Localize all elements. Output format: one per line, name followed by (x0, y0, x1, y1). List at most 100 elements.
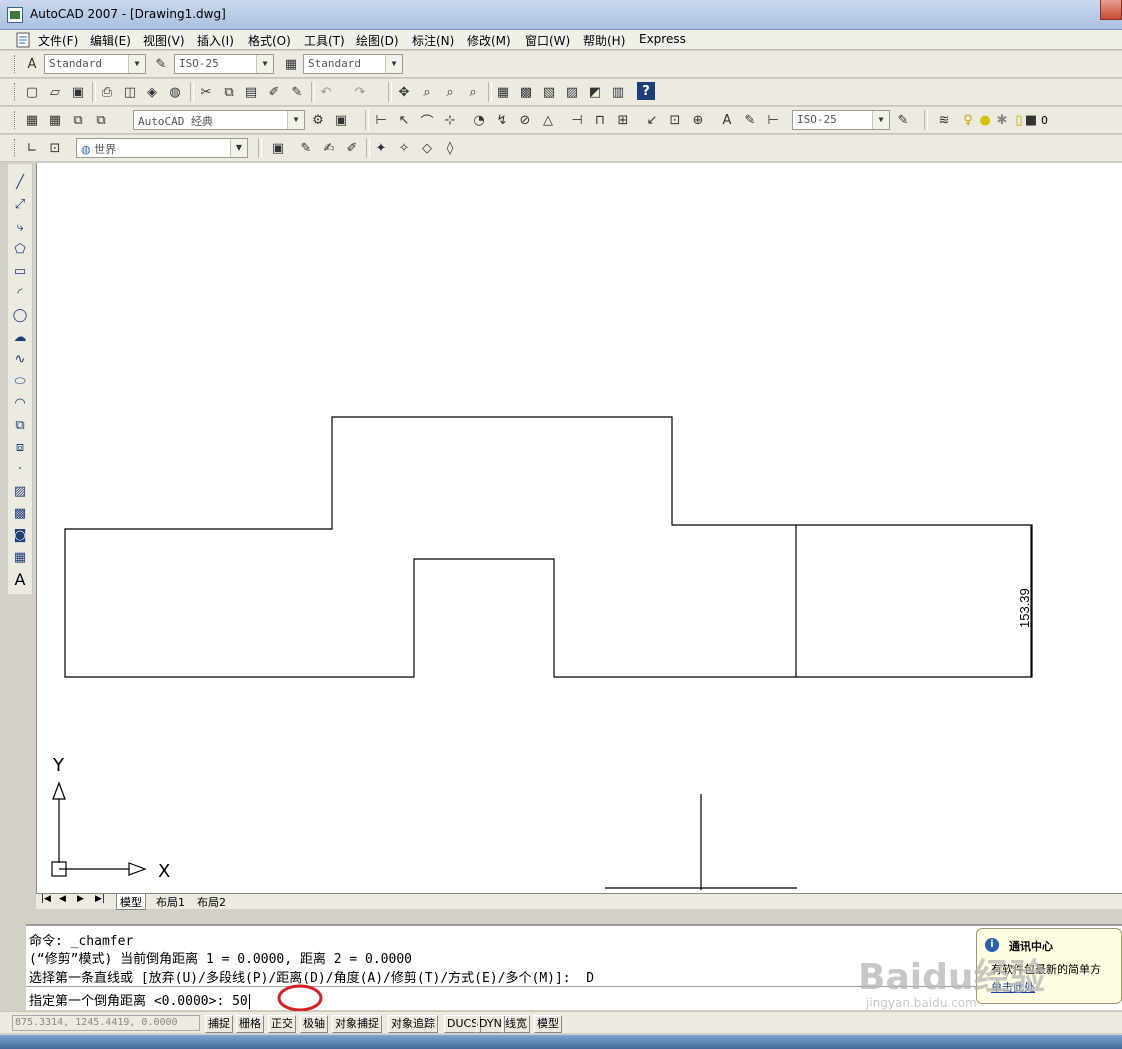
quick-dimension-icon[interactable]: ⊣ (567, 110, 587, 130)
block-editor-icon[interactable]: ✎ (287, 82, 307, 102)
arc-length-icon[interactable]: ⌒ (417, 110, 437, 130)
chevron-down-icon[interactable]: ▼ (256, 55, 273, 73)
menu-dimension[interactable]: 标注(N) (412, 32, 454, 49)
hatch-icon[interactable]: ▨ (10, 481, 30, 501)
layer-manager-icon[interactable]: ≋ (934, 110, 954, 130)
menu-file[interactable]: 文件(F) (38, 32, 78, 49)
web-publish-icon[interactable]: ◍ (165, 82, 185, 102)
line-icon[interactable]: ╱ (10, 172, 30, 192)
tool-palettes-icon[interactable]: ▧ (539, 82, 559, 102)
prev-tab-arrow-icon[interactable]: ◀ (56, 894, 69, 909)
make-block-icon[interactable]: ⧈ (10, 437, 30, 457)
markup-icon[interactable]: ◩ (585, 82, 605, 102)
multiline-text-icon[interactable]: A (10, 569, 30, 589)
dimension-style-manager-icon[interactable]: ✎ (893, 110, 913, 130)
revision-cloud-icon[interactable]: ☁ (10, 327, 30, 347)
menu-tools[interactable]: 工具(T) (304, 32, 345, 49)
edit-icon[interactable]: ✎ (296, 138, 316, 158)
table-icon[interactable]: ▦ (10, 547, 30, 567)
zoom-realtime-icon[interactable]: ⌕ (417, 82, 437, 102)
undo-icon[interactable]: ↶ (316, 82, 336, 102)
sheet-set-icon[interactable]: ▨ (562, 82, 582, 102)
menu-help[interactable]: 帮助(H) (583, 32, 625, 49)
command-input-value[interactable]: 50 (232, 994, 248, 1009)
workspace-lock-icon[interactable]: ▣ (331, 110, 351, 130)
ordinate-dimension-icon[interactable]: ⊹ (440, 110, 460, 130)
print-icon[interactable]: ⎙ (97, 82, 117, 102)
ellipse-icon[interactable]: ⬭ (10, 371, 30, 391)
profile-outline[interactable] (64, 416, 1033, 678)
last-tab-arrow-icon[interactable]: ▶| (92, 894, 108, 909)
redo-icon[interactable]: ↷ (350, 82, 370, 102)
menu-modify[interactable]: 修改(M) (467, 32, 511, 49)
paste-icon[interactable]: ▤ (241, 82, 261, 102)
help-icon[interactable]: ? (637, 82, 655, 100)
layer-color-icon[interactable]: ■ (1021, 110, 1041, 130)
chevron-down-icon[interactable]: ▼ (872, 111, 889, 129)
publish-icon[interactable]: ◈ (142, 82, 162, 102)
gradient-icon[interactable]: ▩ (10, 503, 30, 523)
text-style-icon[interactable]: A (22, 54, 42, 74)
workspace-settings-icon[interactable]: ⧉ (68, 110, 88, 130)
text-style-combo[interactable]: Standard ▼ (44, 54, 146, 74)
eraser-icon[interactable]: ◊ (440, 138, 460, 158)
spline-icon[interactable]: ∿ (10, 349, 30, 369)
properties-icon[interactable]: ▦ (493, 82, 513, 102)
continue-dimension-icon[interactable]: ⊞ (613, 110, 633, 130)
insert-block-icon[interactable]: ⧉ (10, 415, 30, 435)
open-file-icon[interactable]: ▱ (45, 82, 65, 102)
tab-layout2[interactable]: 布局2 (194, 894, 229, 909)
dimension-text[interactable]: 153.39 (1017, 588, 1032, 628)
menu-edit[interactable]: 编辑(E) (90, 32, 131, 49)
linear-dimension-icon[interactable]: ⊢ (371, 110, 391, 130)
menu-draw[interactable]: 绘图(D) (356, 32, 399, 49)
command-prompt[interactable]: 指定第一个倒角距离 <0.0000>: 50 (29, 990, 250, 1009)
drawing-area[interactable]: 153.39 Y X (36, 163, 1122, 893)
design-center-icon[interactable]: ▩ (516, 82, 536, 102)
angular-dimension-icon[interactable]: △ (538, 110, 558, 130)
match-properties-icon[interactable]: ✐ (264, 82, 284, 102)
save-icon[interactable]: ▣ (68, 82, 88, 102)
dimension-style-combo[interactable]: ISO-25 ▼ (174, 54, 274, 74)
toolbar-grip[interactable] (14, 139, 19, 157)
workspace-combo[interactable]: AutoCAD 经典 ▼ (133, 110, 305, 130)
zoom-window-icon[interactable]: ⌕ (440, 82, 460, 102)
menu-view[interactable]: 视图(V) (143, 32, 185, 49)
autocad-app-icon[interactable] (7, 7, 23, 23)
point-icon[interactable]: · (10, 459, 30, 479)
pan-icon[interactable]: ✥ (394, 82, 414, 102)
jogged-dimension-icon[interactable]: ↯ (492, 110, 512, 130)
chevron-down-icon[interactable]: ▼ (128, 55, 145, 73)
polar-toggle[interactable]: 极轴 (300, 1015, 328, 1033)
dimension-text-edit-icon[interactable]: ✎ (740, 110, 760, 130)
tolerance-icon[interactable]: ⊡ (665, 110, 685, 130)
tab-model[interactable]: 模型 (116, 894, 146, 910)
toolbar-grip[interactable] (14, 55, 19, 73)
tag-icon[interactable]: ◇ (417, 138, 437, 158)
polyline-icon[interactable]: ⤷ (10, 217, 30, 237)
quick-leader-icon[interactable]: ↙ (642, 110, 662, 130)
grid-toggle[interactable]: 栅格 (236, 1015, 264, 1033)
radius-dimension-icon[interactable]: ◔ (469, 110, 489, 130)
menu-format[interactable]: 格式(O) (248, 32, 291, 49)
object-snap-toggle[interactable]: 对象捕捉 (332, 1015, 382, 1033)
gear-icon[interactable]: ⚙ (308, 110, 328, 130)
circle-icon[interactable]: ◯ (10, 305, 30, 325)
construction-line-icon[interactable]: ⤢ (10, 194, 30, 214)
ellipse-arc-icon[interactable]: ◠ (10, 393, 30, 413)
table-style-icon[interactable]: ▦ (281, 54, 301, 74)
tab-layout1[interactable]: 布局1 (153, 894, 188, 909)
render-icon[interactable]: ✦ (371, 138, 391, 158)
materials-icon[interactable]: ✧ (394, 138, 414, 158)
ucs-manager-icon[interactable]: ⊡ (45, 138, 65, 158)
dyn-toggle[interactable]: DYN (476, 1015, 505, 1033)
model-space-toggle[interactable]: 模型 (534, 1015, 562, 1033)
menu-window[interactable]: 窗口(W) (525, 32, 570, 49)
plot-preview-icon[interactable]: ◫ (120, 82, 140, 102)
snap-toggle[interactable]: 捕捉 (205, 1015, 233, 1033)
chevron-down-icon[interactable]: ▼ (230, 139, 247, 157)
menu-express[interactable]: Express (639, 32, 686, 46)
coordinate-readout[interactable]: 875.3314, 1245.4419, 0.0000 (12, 1015, 200, 1031)
toolbar-grip[interactable] (14, 111, 19, 129)
arc-icon[interactable]: ◜ (10, 283, 30, 303)
